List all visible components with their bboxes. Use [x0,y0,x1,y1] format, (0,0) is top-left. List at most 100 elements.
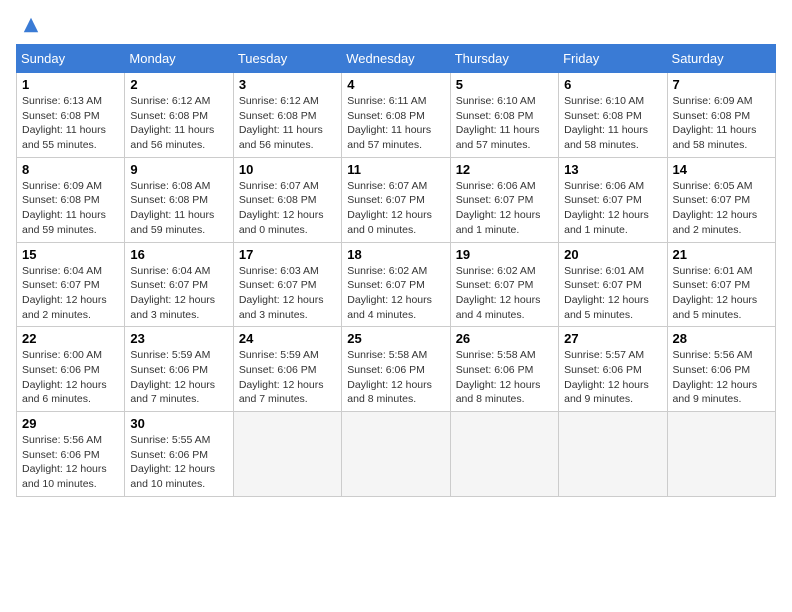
logo-icon [22,16,40,34]
calendar-cell: 29 Sunrise: 5:56 AMSunset: 6:06 PMDaylig… [17,412,125,497]
day-number: 29 [22,416,119,431]
calendar-week-row: 1 Sunrise: 6:13 AMSunset: 6:08 PMDayligh… [17,73,776,158]
day-info: Sunrise: 6:04 AMSunset: 6:07 PMDaylight:… [130,264,227,323]
day-info: Sunrise: 6:10 AMSunset: 6:08 PMDaylight:… [564,94,661,153]
calendar-cell: 25 Sunrise: 5:58 AMSunset: 6:06 PMDaylig… [342,327,450,412]
calendar-cell: 3 Sunrise: 6:12 AMSunset: 6:08 PMDayligh… [233,73,341,158]
day-number: 25 [347,331,444,346]
day-info: Sunrise: 6:12 AMSunset: 6:08 PMDaylight:… [239,94,336,153]
day-number: 26 [456,331,553,346]
day-number: 22 [22,331,119,346]
day-info: Sunrise: 6:07 AMSunset: 6:07 PMDaylight:… [347,179,444,238]
calendar-cell: 24 Sunrise: 5:59 AMSunset: 6:06 PMDaylig… [233,327,341,412]
calendar-cell: 1 Sunrise: 6:13 AMSunset: 6:08 PMDayligh… [17,73,125,158]
calendar-cell: 13 Sunrise: 6:06 AMSunset: 6:07 PMDaylig… [559,157,667,242]
calendar-cell: 19 Sunrise: 6:02 AMSunset: 6:07 PMDaylig… [450,242,558,327]
day-info: Sunrise: 6:01 AMSunset: 6:07 PMDaylight:… [564,264,661,323]
calendar-cell: 4 Sunrise: 6:11 AMSunset: 6:08 PMDayligh… [342,73,450,158]
col-monday: Monday [125,45,233,73]
day-info: Sunrise: 5:58 AMSunset: 6:06 PMDaylight:… [347,348,444,407]
calendar-cell: 9 Sunrise: 6:08 AMSunset: 6:08 PMDayligh… [125,157,233,242]
day-info: Sunrise: 5:59 AMSunset: 6:06 PMDaylight:… [239,348,336,407]
day-number: 1 [22,77,119,92]
header [16,16,776,34]
col-saturday: Saturday [667,45,775,73]
day-number: 13 [564,162,661,177]
day-number: 6 [564,77,661,92]
calendar-week-row: 29 Sunrise: 5:56 AMSunset: 6:06 PMDaylig… [17,412,776,497]
day-number: 10 [239,162,336,177]
calendar-cell: 11 Sunrise: 6:07 AMSunset: 6:07 PMDaylig… [342,157,450,242]
day-number: 27 [564,331,661,346]
calendar-header-row: Sunday Monday Tuesday Wednesday Thursday… [17,45,776,73]
day-info: Sunrise: 6:13 AMSunset: 6:08 PMDaylight:… [22,94,119,153]
day-info: Sunrise: 6:01 AMSunset: 6:07 PMDaylight:… [673,264,770,323]
calendar-cell: 26 Sunrise: 5:58 AMSunset: 6:06 PMDaylig… [450,327,558,412]
day-info: Sunrise: 6:04 AMSunset: 6:07 PMDaylight:… [22,264,119,323]
calendar-cell: 30 Sunrise: 5:55 AMSunset: 6:06 PMDaylig… [125,412,233,497]
calendar-week-row: 22 Sunrise: 6:00 AMSunset: 6:06 PMDaylig… [17,327,776,412]
day-number: 30 [130,416,227,431]
calendar-cell [667,412,775,497]
day-number: 17 [239,247,336,262]
day-number: 4 [347,77,444,92]
calendar-cell: 28 Sunrise: 5:56 AMSunset: 6:06 PMDaylig… [667,327,775,412]
day-number: 24 [239,331,336,346]
day-info: Sunrise: 6:12 AMSunset: 6:08 PMDaylight:… [130,94,227,153]
calendar-week-row: 8 Sunrise: 6:09 AMSunset: 6:08 PMDayligh… [17,157,776,242]
calendar-cell: 15 Sunrise: 6:04 AMSunset: 6:07 PMDaylig… [17,242,125,327]
col-tuesday: Tuesday [233,45,341,73]
day-info: Sunrise: 6:03 AMSunset: 6:07 PMDaylight:… [239,264,336,323]
day-number: 20 [564,247,661,262]
calendar-cell: 10 Sunrise: 6:07 AMSunset: 6:08 PMDaylig… [233,157,341,242]
logo [16,16,40,34]
day-info: Sunrise: 5:56 AMSunset: 6:06 PMDaylight:… [673,348,770,407]
calendar-cell: 27 Sunrise: 5:57 AMSunset: 6:06 PMDaylig… [559,327,667,412]
day-number: 2 [130,77,227,92]
day-number: 16 [130,247,227,262]
day-info: Sunrise: 6:09 AMSunset: 6:08 PMDaylight:… [22,179,119,238]
day-number: 12 [456,162,553,177]
day-number: 21 [673,247,770,262]
calendar-cell: 8 Sunrise: 6:09 AMSunset: 6:08 PMDayligh… [17,157,125,242]
day-number: 14 [673,162,770,177]
calendar-cell: 20 Sunrise: 6:01 AMSunset: 6:07 PMDaylig… [559,242,667,327]
calendar-table: Sunday Monday Tuesday Wednesday Thursday… [16,44,776,497]
day-info: Sunrise: 5:59 AMSunset: 6:06 PMDaylight:… [130,348,227,407]
calendar-cell: 16 Sunrise: 6:04 AMSunset: 6:07 PMDaylig… [125,242,233,327]
calendar-cell: 23 Sunrise: 5:59 AMSunset: 6:06 PMDaylig… [125,327,233,412]
day-number: 18 [347,247,444,262]
day-number: 23 [130,331,227,346]
calendar-cell: 7 Sunrise: 6:09 AMSunset: 6:08 PMDayligh… [667,73,775,158]
day-number: 7 [673,77,770,92]
day-info: Sunrise: 6:06 AMSunset: 6:07 PMDaylight:… [564,179,661,238]
day-number: 9 [130,162,227,177]
day-info: Sunrise: 6:05 AMSunset: 6:07 PMDaylight:… [673,179,770,238]
day-number: 8 [22,162,119,177]
calendar-cell: 12 Sunrise: 6:06 AMSunset: 6:07 PMDaylig… [450,157,558,242]
day-number: 3 [239,77,336,92]
day-info: Sunrise: 6:11 AMSunset: 6:08 PMDaylight:… [347,94,444,153]
day-info: Sunrise: 6:02 AMSunset: 6:07 PMDaylight:… [456,264,553,323]
day-info: Sunrise: 5:55 AMSunset: 6:06 PMDaylight:… [130,433,227,492]
calendar-cell: 22 Sunrise: 6:00 AMSunset: 6:06 PMDaylig… [17,327,125,412]
day-info: Sunrise: 6:10 AMSunset: 6:08 PMDaylight:… [456,94,553,153]
calendar-cell [233,412,341,497]
col-thursday: Thursday [450,45,558,73]
calendar-cell: 5 Sunrise: 6:10 AMSunset: 6:08 PMDayligh… [450,73,558,158]
day-info: Sunrise: 5:58 AMSunset: 6:06 PMDaylight:… [456,348,553,407]
day-number: 19 [456,247,553,262]
day-info: Sunrise: 6:07 AMSunset: 6:08 PMDaylight:… [239,179,336,238]
calendar-cell: 2 Sunrise: 6:12 AMSunset: 6:08 PMDayligh… [125,73,233,158]
col-sunday: Sunday [17,45,125,73]
day-info: Sunrise: 5:57 AMSunset: 6:06 PMDaylight:… [564,348,661,407]
calendar-cell: 17 Sunrise: 6:03 AMSunset: 6:07 PMDaylig… [233,242,341,327]
day-info: Sunrise: 6:00 AMSunset: 6:06 PMDaylight:… [22,348,119,407]
logo-text [16,16,40,34]
calendar-cell: 21 Sunrise: 6:01 AMSunset: 6:07 PMDaylig… [667,242,775,327]
calendar-week-row: 15 Sunrise: 6:04 AMSunset: 6:07 PMDaylig… [17,242,776,327]
day-info: Sunrise: 6:08 AMSunset: 6:08 PMDaylight:… [130,179,227,238]
col-wednesday: Wednesday [342,45,450,73]
col-friday: Friday [559,45,667,73]
calendar-cell [450,412,558,497]
